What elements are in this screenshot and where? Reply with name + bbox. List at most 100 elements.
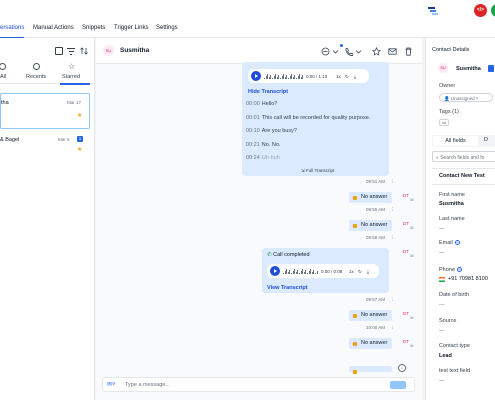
mail-icon[interactable] — [388, 47, 397, 56]
conversation-list-panel: All Recents ☆ Starred tha Mar 17 ★ & Bag… — [0, 38, 95, 400]
message-timestamp: 10:00 AM — [366, 325, 386, 330]
transcript-line: 00:00 Hello? — [246, 101, 278, 107]
tag-chip[interactable]: sa — [439, 119, 449, 126]
conversation-item[interactable]: tha Mar 17 ★ — [0, 93, 90, 129]
field-value[interactable]: — — [439, 250, 445, 256]
clock-icon — [33, 63, 40, 70]
chat-panel: SU Susmitha 0:00 / 1:10 1x ↻ ⤓ Hide Tran… — [96, 38, 422, 400]
playback-speed[interactable]: 1x — [336, 74, 341, 79]
phone-icon: ☏ — [409, 197, 415, 202]
message-timestamp: 09:58 AM — [366, 235, 386, 240]
active-tab-indicator — [60, 83, 90, 85]
call-completed-label: ✆ Call completed — [267, 252, 310, 258]
waveform — [283, 268, 319, 274]
user-icon: 👤 — [444, 95, 450, 101]
download-icon[interactable]: ⤓ — [354, 74, 356, 79]
phone-icon[interactable] — [344, 47, 354, 56]
replay-icon[interactable]: ↻ — [345, 74, 349, 80]
divider — [432, 184, 495, 185]
tab-all[interactable]: All — [0, 74, 6, 80]
unread-badge: 1 — [77, 136, 83, 142]
notification-dot — [340, 44, 343, 47]
assign-icon[interactable] — [321, 47, 330, 56]
replay-icon[interactable]: ↻ — [358, 269, 362, 275]
field-label: Last name — [439, 216, 465, 222]
call-recording-bubble: 0:00 / 1:10 1x ↻ ⤓ Hide Transcript 00:00… — [242, 62, 389, 176]
all-icon — [0, 63, 6, 70]
contact-name: Susmitha — [120, 47, 150, 54]
scroll-to-bottom-icon[interactable]: ↓ — [398, 364, 406, 372]
play-icon[interactable] — [251, 71, 261, 81]
select-all-checkbox[interactable] — [55, 47, 63, 55]
message-composer[interactable]: ✉˅ Type a message... — [102, 377, 415, 392]
tab-trigger-links[interactable]: Trigger Links — [114, 20, 148, 38]
message-menu-icon[interactable]: ⋮ — [390, 207, 395, 213]
sort-icon[interactable] — [80, 47, 88, 55]
avatar: SU — [103, 45, 114, 56]
field-label: Phone + — [439, 267, 462, 273]
conversation-name: tha — [1, 100, 9, 106]
transcript-line: 00:10 Are you busy? — [246, 128, 297, 134]
call-completed-bubble: ✆ Call completed 0:00 / 0:08 1x ↻ ⤓ View… — [262, 248, 389, 293]
section-title: Contact New Test — [439, 173, 485, 179]
starred-icon[interactable]: ★ — [77, 147, 82, 153]
owner-label: Owner — [439, 83, 456, 89]
tab-settings[interactable]: Settings — [156, 20, 178, 38]
add-email-icon[interactable]: + — [454, 240, 460, 246]
owner-select[interactable]: 👤 Unassigned ˅ — [439, 93, 493, 102]
field-label: Source — [439, 318, 457, 324]
message-menu-icon[interactable]: ⋮ — [390, 325, 395, 331]
message-menu-icon[interactable]: ⋮ — [390, 297, 395, 303]
field-label: Contact type — [439, 343, 470, 349]
divider — [432, 168, 495, 169]
list-toolbar — [0, 44, 95, 56]
code-icon-button[interactable]: </> — [474, 4, 487, 17]
field-value[interactable]: +91 70981 8100 — [448, 276, 488, 282]
send-button[interactable] — [390, 381, 406, 389]
download-icon[interactable]: ⤓ — [367, 269, 369, 274]
tab-snippets[interactable]: Snippets — [82, 20, 105, 38]
trash-icon[interactable] — [404, 47, 413, 56]
hide-transcript-link[interactable]: Hide Transcript — [248, 89, 288, 95]
filter-icon[interactable] — [67, 47, 75, 55]
audio-player: 0:00 / 0:08 1x ↻ ⤓ — [267, 264, 379, 278]
call-status-bubble: No answer — [349, 310, 392, 321]
field-value[interactable]: Lead — [439, 353, 452, 359]
conversation-filter-tabs: All Recents ☆ Starred — [0, 62, 95, 85]
field-label: Email + — [439, 240, 460, 246]
channel-select-icon[interactable]: ✉˅ — [107, 381, 116, 388]
app-logo — [428, 7, 440, 15]
conversation-item[interactable]: & Bagel Mar 6 1 ★ — [0, 131, 90, 153]
starred-icon[interactable]: ★ — [77, 113, 82, 119]
tab-other[interactable]: D — [484, 137, 488, 143]
field-value[interactable]: — — [439, 302, 445, 308]
edit-badge[interactable] — [488, 65, 494, 72]
fields-tab-bar: All fields D — [432, 135, 495, 147]
tab-manual-actions[interactable]: Manual Actions — [33, 20, 74, 38]
field-value[interactable]: — — [439, 328, 445, 334]
top-bar: </> — [0, 0, 495, 20]
add-phone-icon[interactable]: + — [456, 267, 462, 273]
star-outline-icon[interactable] — [372, 46, 381, 56]
waveform — [264, 73, 304, 79]
chevron-down-icon[interactable] — [354, 47, 363, 56]
play-icon[interactable] — [270, 266, 280, 276]
message-timestamp: 09:55 AM — [366, 207, 386, 212]
field-search-input[interactable]: ⌕ Search fields and fo — [432, 151, 495, 162]
view-transcript-link[interactable]: View Transcript — [267, 285, 308, 291]
tab-conversations[interactable]: ersations — [0, 20, 25, 38]
message-input[interactable]: Type a message... — [125, 382, 170, 388]
field-value[interactable]: — — [439, 226, 445, 232]
playback-speed[interactable]: 1x — [349, 269, 354, 274]
full-transcript-link[interactable]: ⇲ Full Transcript — [301, 168, 334, 174]
status-avatar[interactable] — [491, 4, 495, 17]
field-value[interactable]: Susmitha — [439, 201, 464, 207]
tab-recents[interactable]: Recents — [26, 74, 46, 80]
conversation-date: Mar 17 — [67, 100, 82, 105]
chevron-down-icon[interactable] — [331, 47, 340, 56]
tab-all-fields[interactable]: All fields — [433, 136, 478, 146]
field-value[interactable]: — — [439, 378, 445, 384]
tab-starred[interactable]: Starred — [62, 74, 80, 80]
message-menu-icon[interactable]: ⋮ — [390, 235, 395, 241]
transcript-line: 00:21 No. No. — [246, 142, 281, 148]
